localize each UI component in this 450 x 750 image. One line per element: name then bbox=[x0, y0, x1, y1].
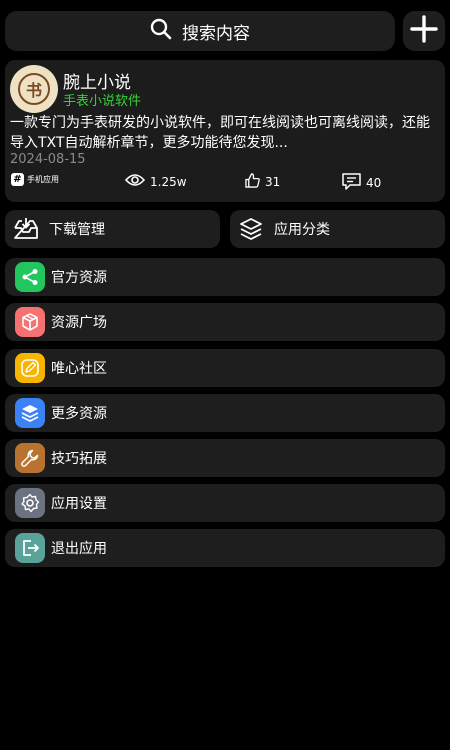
menu-item-label: 官方资源 bbox=[51, 270, 107, 286]
comments-count: 40 bbox=[366, 176, 382, 190]
category-tag: # 手机应用 bbox=[11, 173, 59, 186]
app-category-button[interactable]: 应用分类 bbox=[230, 210, 445, 248]
menu-item-label: 应用设置 bbox=[51, 496, 107, 512]
menu-item-label: 退出应用 bbox=[51, 541, 107, 557]
comments-stat[interactable]: 40 bbox=[342, 173, 381, 193]
app-category-label: 应用分类 bbox=[274, 222, 330, 238]
likes-count: 31 bbox=[265, 175, 281, 189]
menu-item-label: 更多资源 bbox=[51, 406, 107, 422]
app-icon-glyph: 书 bbox=[18, 73, 50, 105]
app-subtitle: 手表小说软件 bbox=[63, 94, 142, 109]
category-tag-label: 手机应用 bbox=[27, 175, 59, 184]
wrench-icon bbox=[15, 443, 45, 473]
exit-icon bbox=[15, 533, 45, 563]
comment-icon bbox=[342, 173, 361, 193]
menu-item-resource-plaza[interactable]: 资源广场 bbox=[5, 303, 445, 341]
featured-app-card[interactable]: 书 腕上小说 手表小说软件 一款专门为手表研发的小说软件，即可在线阅读也可离线阅… bbox=[5, 60, 445, 202]
add-button[interactable] bbox=[403, 11, 445, 51]
menu-item-settings[interactable]: 应用设置 bbox=[5, 484, 445, 522]
box-icon bbox=[15, 307, 45, 337]
likes-stat[interactable]: 31 bbox=[245, 173, 280, 191]
stack-icon bbox=[15, 398, 45, 428]
search-bar[interactable]: 搜索内容 bbox=[5, 11, 395, 51]
hash-icon: # bbox=[11, 173, 24, 186]
download-manager-button[interactable]: 下载管理 bbox=[5, 210, 220, 248]
app-date: 2024-08-15 bbox=[10, 152, 86, 167]
download-tray-icon bbox=[13, 216, 39, 242]
menu-item-exit[interactable]: 退出应用 bbox=[5, 529, 445, 567]
menu-item-label: 资源广场 bbox=[51, 315, 107, 331]
thumbs-up-icon bbox=[245, 173, 260, 191]
gear-icon bbox=[15, 488, 45, 518]
app-icon: 书 bbox=[10, 65, 58, 113]
menu-item-more-resources[interactable]: 更多资源 bbox=[5, 394, 445, 432]
download-manager-label: 下载管理 bbox=[49, 222, 105, 238]
app-description: 一款专门为手表研发的小说软件，即可在线阅读也可离线阅读，还能导入TXT自动解析章… bbox=[10, 115, 430, 151]
note-icon bbox=[15, 353, 45, 383]
layers-icon bbox=[238, 216, 264, 242]
menu-item-label: 唯心社区 bbox=[51, 361, 107, 377]
views-stat: 1.25w bbox=[124, 173, 187, 190]
plus-icon bbox=[410, 15, 438, 47]
menu-item-label: 技巧拓展 bbox=[51, 451, 107, 467]
menu-item-community[interactable]: 唯心社区 bbox=[5, 349, 445, 387]
eye-icon bbox=[124, 173, 146, 190]
menu-item-official-resources[interactable]: 官方资源 bbox=[5, 258, 445, 296]
search-label: 搜索内容 bbox=[182, 23, 250, 44]
menu-item-tips[interactable]: 技巧拓展 bbox=[5, 439, 445, 477]
app-stats: # 手机应用 1.25w 31 40 bbox=[5, 173, 445, 195]
share-icon bbox=[15, 262, 45, 292]
views-count: 1.25w bbox=[150, 174, 187, 189]
search-icon bbox=[150, 18, 172, 44]
